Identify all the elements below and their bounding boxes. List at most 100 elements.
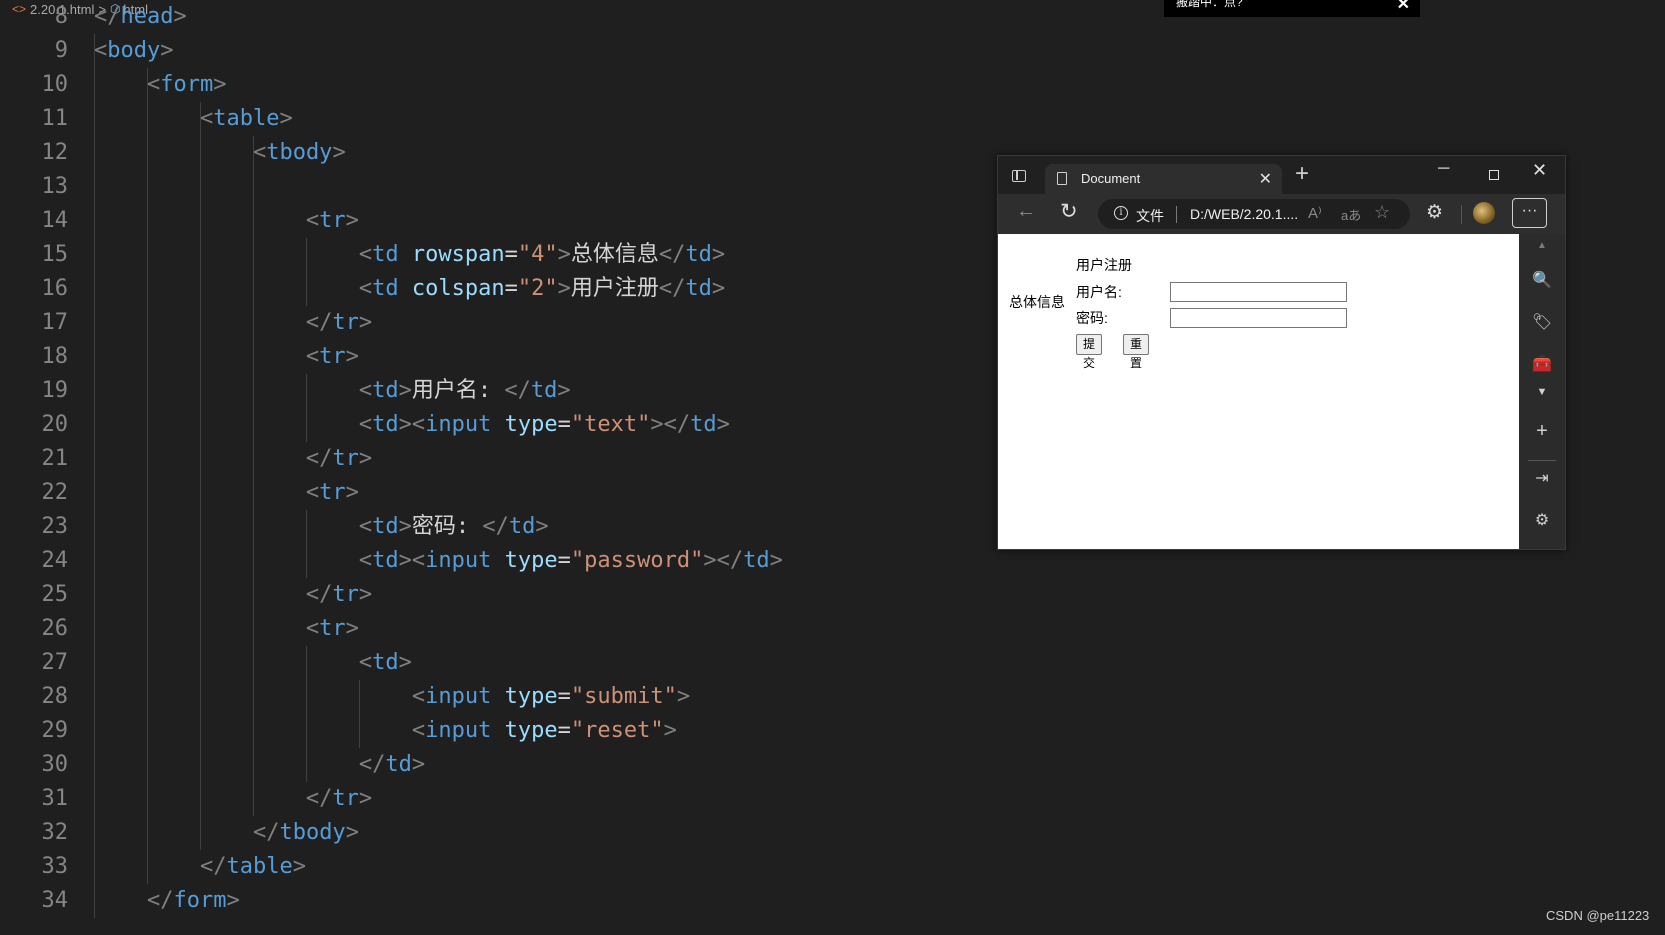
- code-token: </: [305, 310, 333, 335]
- code-line[interactable]: 33 </table>: [0, 850, 1000, 884]
- code-line[interactable]: 34 </form>: [0, 884, 1000, 918]
- edge-sidebar: ▲ 🔍 🏷 🧰 ▼ + ⇥ ⚙: [1519, 234, 1565, 549]
- code-line[interactable]: 13: [0, 170, 1000, 204]
- code-line[interactable]: 26 <tr>: [0, 612, 1000, 646]
- code-text: <input type="submit">: [94, 680, 690, 714]
- code-text: <td>密码: </td>: [94, 510, 549, 544]
- tab-close-icon[interactable]: ✕: [1259, 169, 1272, 189]
- code-token: td: [508, 514, 536, 539]
- code-line[interactable]: 14 <tr>: [0, 204, 1000, 238]
- code-token: >: [279, 106, 293, 131]
- code-token: ></: [703, 548, 744, 573]
- code-token: =: [504, 276, 518, 301]
- sidebar-scroll-up-icon[interactable]: ▲: [1519, 240, 1565, 251]
- code-line[interactable]: 11 <table>: [0, 102, 1000, 136]
- back-button[interactable]: ←: [1016, 200, 1036, 223]
- shopping-tag-icon[interactable]: 🏷: [1519, 312, 1565, 332]
- code-line[interactable]: 31 </tr>: [0, 782, 1000, 816]
- code-line[interactable]: 25 </tr>: [0, 578, 1000, 612]
- tab-document[interactable]: Document ✕: [1045, 164, 1282, 195]
- code-line[interactable]: 29 <input type="reset">: [0, 714, 1000, 748]
- code-token: <: [94, 38, 108, 63]
- code-token: <: [411, 718, 426, 743]
- line-number: 29: [41, 718, 69, 743]
- code-token: td: [530, 378, 558, 403]
- new-tab-button[interactable]: +: [1295, 160, 1309, 188]
- code-token: <: [305, 616, 320, 641]
- code-line[interactable]: 16 <td colspan="2">用户注册</td>: [0, 272, 1000, 306]
- line-number: 11: [41, 106, 69, 131]
- code-text: <td><input type="text"></td>: [94, 408, 730, 442]
- profile-avatar[interactable]: [1473, 202, 1495, 224]
- read-aloud-icon[interactable]: A⁾: [1308, 204, 1322, 222]
- code-token: "reset": [570, 718, 664, 743]
- code-line[interactable]: 21 </tr>: [0, 442, 1000, 476]
- code-token: >: [345, 480, 359, 505]
- code-text: <td>用户名: </td>: [94, 374, 571, 408]
- code-token: form: [173, 888, 227, 913]
- code-line[interactable]: 9 <body>: [0, 34, 1000, 68]
- tab-actions-icon[interactable]: [1012, 170, 1026, 182]
- address-bar[interactable]: i 文件 D:/WEB/2.20.1.... A⁾ aあ ☆: [1098, 199, 1410, 229]
- code-line[interactable]: 32 </tbody>: [0, 816, 1000, 850]
- code-token: >: [535, 514, 549, 539]
- code-line[interactable]: 24 <td><input type="password"></td>: [0, 544, 1000, 578]
- password-input[interactable]: [1170, 308, 1347, 328]
- code-token: >: [358, 310, 373, 335]
- code-token: td: [372, 548, 399, 573]
- line-number: 24: [41, 548, 69, 573]
- code-token: td: [372, 650, 399, 675]
- code-line[interactable]: 22 <tr>: [0, 476, 1000, 510]
- favorite-icon[interactable]: ☆: [1374, 202, 1390, 223]
- code-token: >: [358, 582, 373, 607]
- code-token: tr: [332, 310, 359, 335]
- code-line[interactable]: 15 <td rowspan="4">总体信息</td>: [0, 238, 1000, 272]
- line-number: 30: [41, 752, 69, 777]
- code-line[interactable]: 10 <form>: [0, 68, 1000, 102]
- code-line[interactable]: 30 </td>: [0, 748, 1000, 782]
- tools-icon[interactable]: 🧰: [1519, 354, 1565, 374]
- close-window-button[interactable]: ✕: [1532, 160, 1547, 181]
- line-number: 33: [41, 854, 69, 879]
- info-icon[interactable]: i: [1114, 206, 1128, 220]
- code-line[interactable]: 23 <td>密码: </td>: [0, 510, 1000, 544]
- line-number: 8: [54, 4, 68, 29]
- code-token: =: [557, 684, 571, 709]
- sidebar-divider: [1528, 460, 1556, 461]
- sidebar-expand-icon[interactable]: ▼: [1519, 386, 1565, 398]
- code-token: <: [358, 514, 373, 539]
- code-token: >: [663, 718, 677, 743]
- refresh-button[interactable]: ↻: [1060, 199, 1078, 224]
- code-line[interactable]: 28 <input type="submit">: [0, 680, 1000, 714]
- code-line[interactable]: 8 </head>: [0, 0, 1000, 34]
- line-number: 32: [41, 820, 69, 845]
- add-sidebar-item-icon[interactable]: +: [1519, 420, 1565, 443]
- maximize-button[interactable]: [1489, 170, 1499, 180]
- translate-icon[interactable]: aあ: [1341, 205, 1361, 224]
- code-line[interactable]: 18 <tr>: [0, 340, 1000, 374]
- code-line[interactable]: 17 </tr>: [0, 306, 1000, 340]
- minimize-button[interactable]: ─: [1438, 160, 1449, 178]
- page-content: 总体信息 用户注册 用户名: 密码: 提交 重置: [998, 234, 1519, 549]
- code-line[interactable]: 12 <tbody>: [0, 136, 1000, 170]
- code-text: <td colspan="2">用户注册</td>: [94, 272, 725, 306]
- code-line[interactable]: 19 <td>用户名: </td>: [0, 374, 1000, 408]
- code-token: td: [372, 412, 399, 437]
- code-line[interactable]: 27 <td>: [0, 646, 1000, 680]
- extensions-icon[interactable]: ⚙: [1426, 201, 1443, 224]
- hide-sidebar-icon[interactable]: ⇥: [1519, 468, 1565, 488]
- url-text[interactable]: D:/WEB/2.20.1....: [1190, 206, 1298, 222]
- code-line[interactable]: 20 <td><input type="text"></td>: [0, 408, 1000, 442]
- reset-button[interactable]: 重置: [1123, 334, 1150, 370]
- line-number: 31: [41, 786, 69, 811]
- username-input[interactable]: [1170, 282, 1347, 302]
- submit-button[interactable]: 提交: [1076, 334, 1103, 370]
- search-icon[interactable]: 🔍: [1519, 270, 1565, 290]
- settings-icon[interactable]: ⚙: [1519, 510, 1565, 530]
- code-token: table: [226, 854, 293, 879]
- more-menu-button[interactable]: ···: [1512, 198, 1547, 228]
